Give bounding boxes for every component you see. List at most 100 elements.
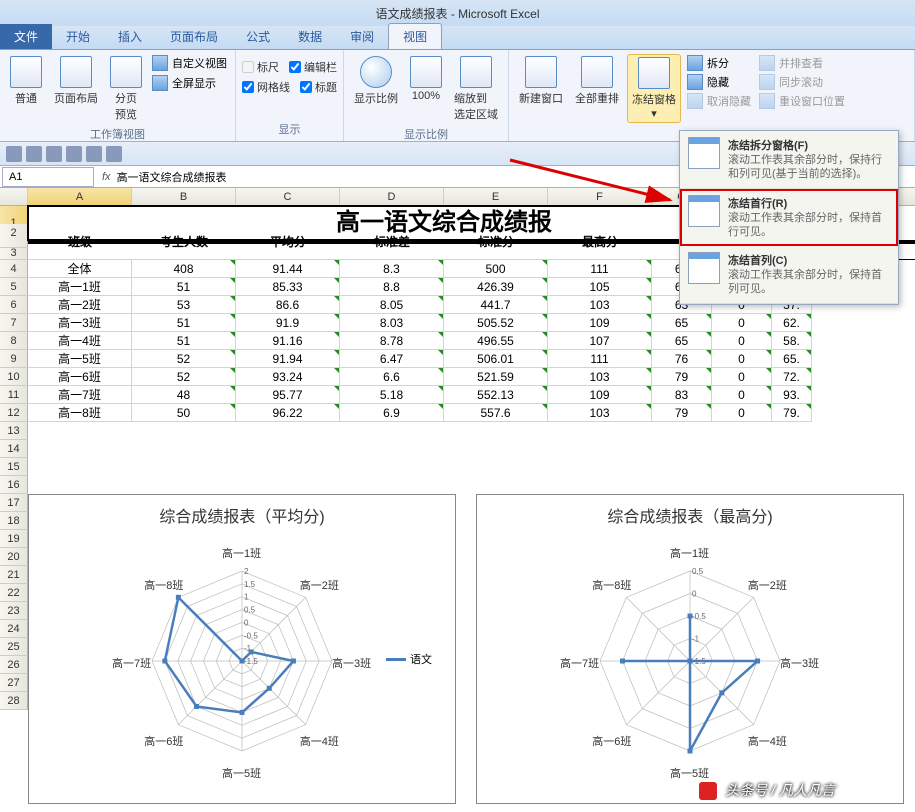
btn-fullscreen[interactable]: 全屏显示	[150, 74, 229, 92]
row-header-11[interactable]: 11	[0, 386, 28, 404]
row-header-27[interactable]: 27	[0, 674, 28, 692]
data-cell[interactable]: 48	[132, 386, 236, 404]
data-cell[interactable]: 8.78	[340, 332, 444, 350]
btn-page-break[interactable]: 分页 预览	[106, 54, 146, 124]
data-cell[interactable]: 85.33	[236, 278, 340, 296]
btn-freeze-panes[interactable]: 冻结窗格▾	[627, 54, 681, 123]
row-header-24[interactable]: 24	[0, 620, 28, 638]
qat-open-icon[interactable]	[86, 146, 102, 162]
data-cell[interactable]: 95.77	[236, 386, 340, 404]
data-cell[interactable]: 91.94	[236, 350, 340, 368]
tab-pagelayout[interactable]: 页面布局	[156, 24, 232, 49]
data-cell[interactable]: 91.16	[236, 332, 340, 350]
data-cell[interactable]: 86.6	[236, 296, 340, 314]
data-cell[interactable]: 426.39	[444, 278, 548, 296]
select-all-corner[interactable]	[0, 188, 28, 205]
data-cell[interactable]: 103	[548, 368, 652, 386]
row-header-10[interactable]: 10	[0, 368, 28, 386]
data-cell[interactable]: 65	[652, 332, 712, 350]
chk-headings[interactable]: 标题	[300, 78, 337, 96]
btn-split[interactable]: 拆分	[685, 54, 753, 72]
data-cell[interactable]: 52	[132, 368, 236, 386]
row-header-14[interactable]: 14	[0, 440, 28, 458]
data-cell[interactable]: 50	[132, 404, 236, 422]
data-cell[interactable]: 高一8班	[28, 404, 132, 422]
th-count[interactable]: 考生人数	[132, 224, 236, 260]
qat-new-icon[interactable]	[66, 146, 82, 162]
data-cell[interactable]: 8.8	[340, 278, 444, 296]
btn-normal-view[interactable]: 普通	[6, 54, 46, 108]
data-cell[interactable]: 52	[132, 350, 236, 368]
btn-zoom-100[interactable]: 100%	[406, 54, 446, 104]
qat-undo-icon[interactable]	[26, 146, 42, 162]
th-zscore[interactable]: 标准分	[444, 224, 548, 260]
btn-custom-view[interactable]: 自定义视图	[150, 54, 229, 72]
data-cell[interactable]: 105	[548, 278, 652, 296]
row-header-25[interactable]: 25	[0, 638, 28, 656]
row-header-26[interactable]: 26	[0, 656, 28, 674]
row-header-8[interactable]: 8	[0, 332, 28, 350]
col-header-a[interactable]: A	[28, 188, 132, 205]
data-cell[interactable]: 96.22	[236, 404, 340, 422]
tab-data[interactable]: 数据	[284, 24, 336, 49]
data-cell[interactable]: 0	[712, 350, 772, 368]
data-cell[interactable]: 5.18	[340, 386, 444, 404]
formula-input[interactable]: 高一语文综合成绩报表	[117, 169, 227, 185]
tab-formulas[interactable]: 公式	[232, 24, 284, 49]
chart-max[interactable]: 综合成绩报表（最高分) -1.5-1-0.500.5高一1班高一2班高一3班高一…	[476, 494, 904, 804]
data-cell[interactable]: 505.52	[444, 314, 548, 332]
data-cell[interactable]: 79	[652, 368, 712, 386]
data-cell[interactable]: 8.3	[340, 260, 444, 278]
row-header-23[interactable]: 23	[0, 602, 28, 620]
btn-reset-pos[interactable]: 重设窗口位置	[757, 92, 847, 110]
qat-save-icon[interactable]	[6, 146, 22, 162]
btn-zoom[interactable]: 显示比例	[350, 54, 402, 108]
data-cell[interactable]: 0	[712, 332, 772, 350]
row-header-22[interactable]: 22	[0, 584, 28, 602]
fx-icon[interactable]: fx	[102, 171, 111, 183]
freeze-top-row-option[interactable]: 冻结首行(R)滚动工作表其余部分时，保持首行可见。	[680, 189, 898, 247]
name-box[interactable]: A1	[2, 167, 94, 187]
data-cell[interactable]: 103	[548, 296, 652, 314]
data-cell[interactable]: 0	[712, 368, 772, 386]
data-cell[interactable]: 91.9	[236, 314, 340, 332]
data-cell[interactable]: 高一6班	[28, 368, 132, 386]
col-header-c[interactable]: C	[236, 188, 340, 205]
data-cell[interactable]: 79.	[772, 404, 812, 422]
data-cell[interactable]: 109	[548, 386, 652, 404]
row-header-9[interactable]: 9	[0, 350, 28, 368]
row-header-12[interactable]: 12	[0, 404, 28, 422]
data-cell[interactable]: 506.01	[444, 350, 548, 368]
row-header-6[interactable]: 6	[0, 296, 28, 314]
row-header-4[interactable]: 4	[0, 260, 28, 278]
col-header-e[interactable]: E	[444, 188, 548, 205]
data-cell[interactable]: 521.59	[444, 368, 548, 386]
data-cell[interactable]: 51	[132, 314, 236, 332]
data-cell[interactable]: 111	[548, 260, 652, 278]
data-cell[interactable]: 500	[444, 260, 548, 278]
data-cell[interactable]: 6.47	[340, 350, 444, 368]
data-cell[interactable]: 83	[652, 386, 712, 404]
data-cell[interactable]: 58.	[772, 332, 812, 350]
row-header-17[interactable]: 17	[0, 494, 28, 512]
btn-hide[interactable]: 隐藏	[685, 73, 753, 91]
data-cell[interactable]: 0	[712, 386, 772, 404]
chk-formula-bar[interactable]: 编辑栏	[289, 58, 337, 76]
row-header-3[interactable]: 3	[0, 244, 28, 248]
data-cell[interactable]: 0	[712, 404, 772, 422]
data-cell[interactable]: 109	[548, 314, 652, 332]
btn-side-by-side[interactable]: 并排查看	[757, 54, 847, 72]
th-std[interactable]: 标准差	[340, 224, 444, 260]
tab-file[interactable]: 文件	[0, 24, 52, 49]
data-cell[interactable]: 8.05	[340, 296, 444, 314]
btn-page-layout[interactable]: 页面布局	[50, 54, 102, 108]
data-cell[interactable]: 441.7	[444, 296, 548, 314]
data-cell[interactable]: 51	[132, 278, 236, 296]
th-class[interactable]: 班级	[28, 224, 132, 260]
data-cell[interactable]: 高一2班	[28, 296, 132, 314]
qat-redo-icon[interactable]	[46, 146, 62, 162]
row-header-15[interactable]: 15	[0, 458, 28, 476]
th-max[interactable]: 最高分	[548, 224, 652, 260]
chk-gridlines[interactable]: 网格线	[242, 78, 290, 96]
data-cell[interactable]: 496.55	[444, 332, 548, 350]
